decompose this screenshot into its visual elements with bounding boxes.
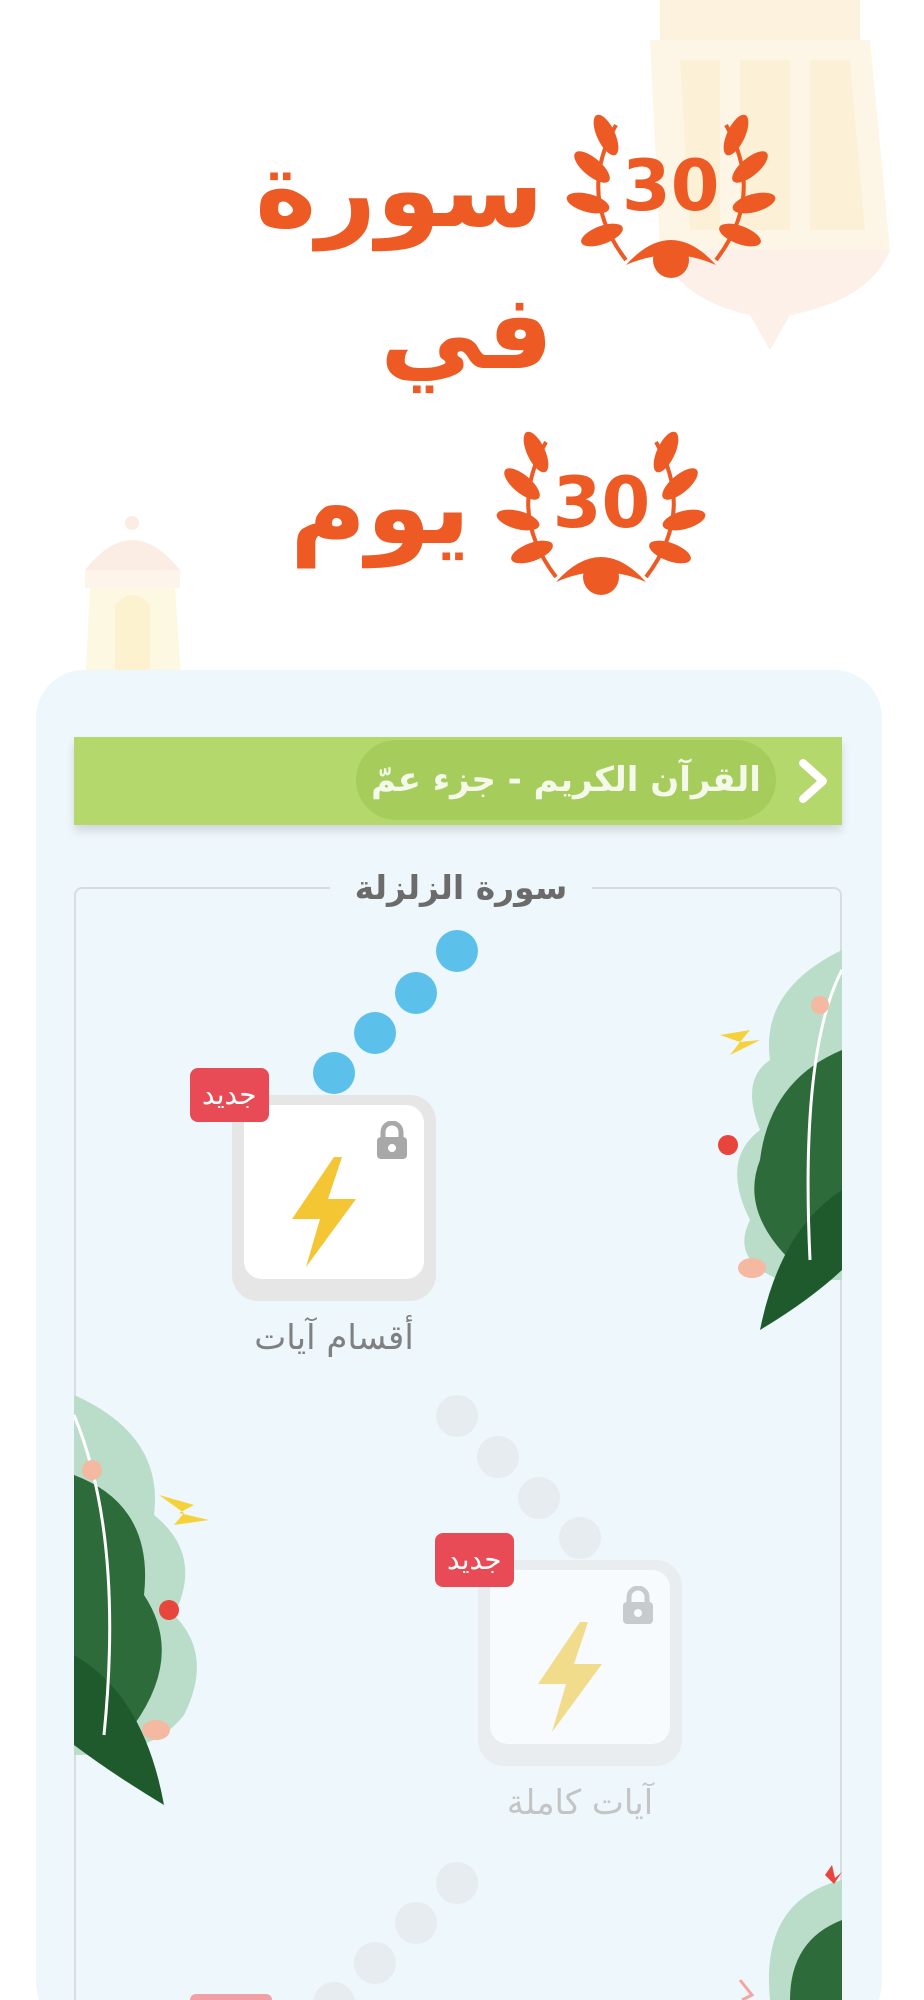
hero-line-1: سورة 30 [255,95,786,285]
lesson-tile[interactable] [232,1095,436,1301]
hero-line-3: يوم 30 [290,412,716,602]
lesson-label[interactable]: آيات كاملة [450,1783,710,1823]
plant-decoration [74,1395,209,1805]
new-badge: جديد [190,1068,269,1122]
path-dot [313,1052,355,1094]
header-title-pill[interactable]: القرآن الكريم - جزء عمّ [356,740,776,820]
hero-line-2: في [380,280,553,384]
laurel-wreath-icon: 30 [486,412,716,602]
plant-decoration [738,1865,842,2000]
path-dot [436,1862,478,1904]
section-title: سورة الزلزلة [330,862,592,914]
new-badge [190,1994,272,2000]
lesson-tile-face [490,1570,670,1744]
lesson-label[interactable]: أقسام آيات [204,1318,464,1358]
path-dot [354,1012,396,1054]
chevron-right-icon [799,759,827,803]
hero-word-in: في [380,271,554,393]
promo-hero: سورة 30 في يوم 30 [0,0,924,690]
path-dot [395,972,437,1014]
path-dot [436,1395,478,1437]
path-dot [518,1477,560,1519]
hero-word-day: يوم [290,446,471,568]
lesson-tile[interactable] [478,1560,682,1766]
laurel-wreath-icon: 30 [556,95,786,285]
new-badge: جديد [435,1533,514,1587]
plant-decoration [718,950,842,1330]
lock-icon [623,1586,653,1624]
days-number: 30 [622,145,720,227]
path-dot [436,930,478,972]
lantern-decoration [85,516,182,690]
path-dot [559,1517,601,1559]
lightning-bolt-icon [538,1622,602,1732]
path-dot [354,1942,396,1984]
lock-icon [377,1121,407,1159]
path-dot [477,1436,519,1478]
path-dot [395,1902,437,1944]
lightning-bolt-icon [292,1157,356,1267]
back-button[interactable] [788,755,836,807]
header-title: القرآن الكريم - جزء عمّ [371,760,761,800]
days-number: 30 [552,462,651,544]
app-header: القرآن الكريم - جزء عمّ [74,737,842,825]
hero-word-surah: سورة [255,129,544,251]
lesson-tile-face [244,1105,424,1279]
